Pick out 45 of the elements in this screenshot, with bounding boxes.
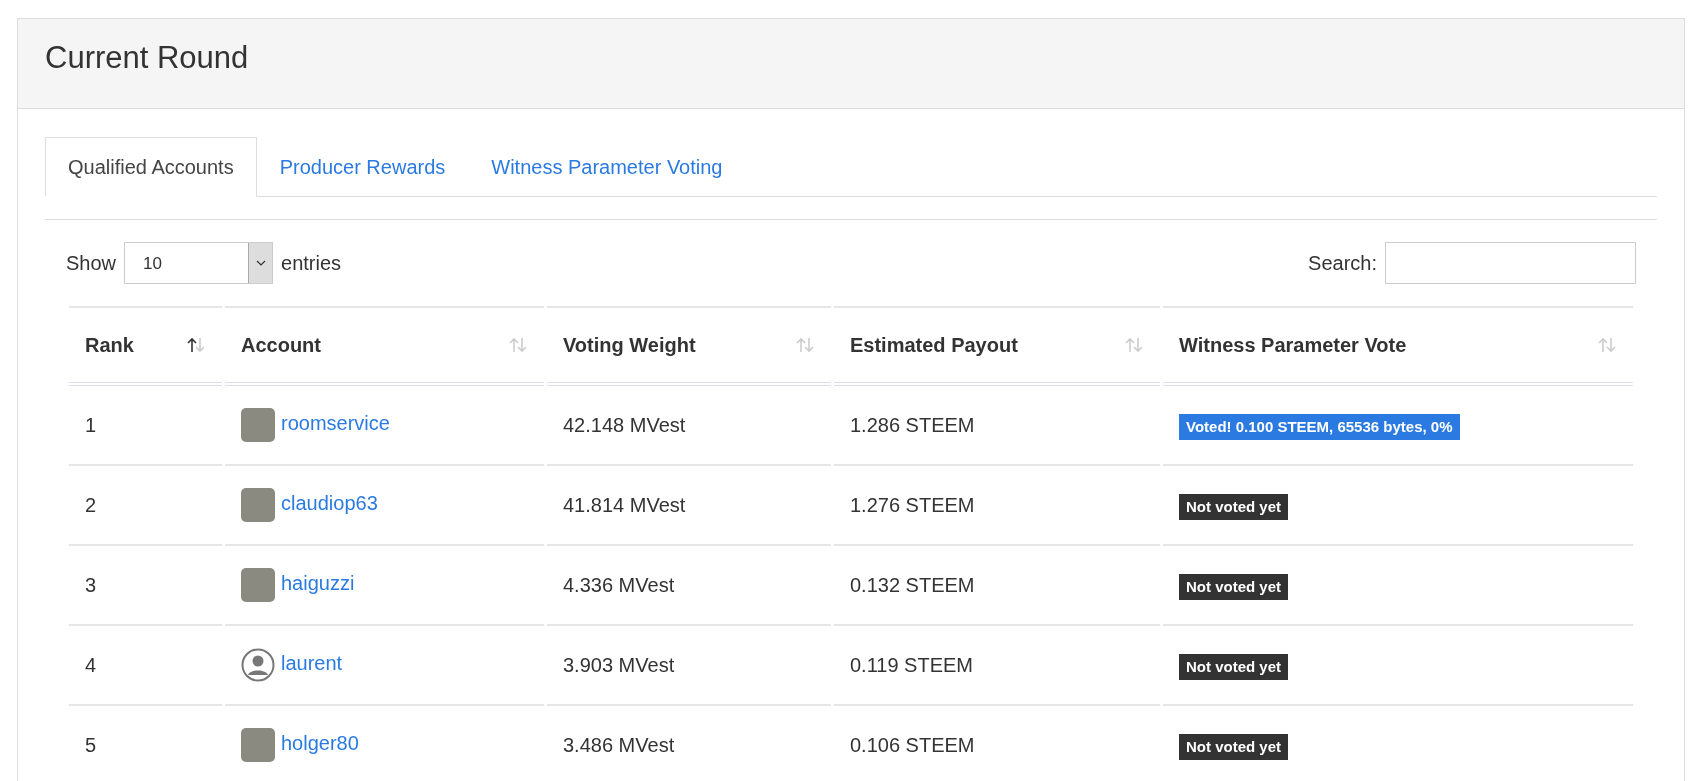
table-cell: 4.336 MVest (547, 546, 831, 626)
entries-select[interactable]: 10 (124, 242, 274, 284)
table-cell: 42.148 MVest (547, 386, 831, 466)
tab[interactable]: Qualified Accounts (45, 137, 257, 197)
avatar-photo-placeholder (241, 568, 275, 602)
table-cell: 41.814 MVest (547, 466, 831, 546)
column-header[interactable]: Rank (69, 306, 222, 386)
avatar-photo-placeholder (241, 728, 275, 762)
vote-status-label: Voted! 0.100 STEEM, 65536 bytes, 0% (1179, 413, 1460, 441)
column-header[interactable]: Account (225, 306, 544, 386)
column-header[interactable]: Voting Weight (547, 306, 831, 386)
user-silhouette-icon (241, 648, 275, 682)
table-cell: 1.286 STEEM (834, 386, 1160, 466)
tab[interactable]: Producer Rewards (256, 137, 469, 197)
search-label: Search: (1308, 251, 1377, 276)
account-link[interactable]: holger80 (281, 732, 359, 755)
table-cell: 4 (69, 626, 222, 706)
avatar-photo-placeholder (241, 488, 275, 522)
account-link[interactable]: roomservice (281, 412, 390, 435)
avatar-photo-placeholder (241, 408, 275, 442)
show-label: Show (66, 251, 117, 276)
table-cell: 3.486 MVest (547, 706, 831, 781)
vote-status-label: Not voted yet (1179, 573, 1288, 601)
table-cell: 0.119 STEEM (834, 626, 1160, 706)
vote-status-label: Not voted yet (1179, 653, 1288, 681)
account-link[interactable]: claudiop63 (281, 492, 378, 515)
vote-status-label: Not voted yet (1179, 493, 1288, 521)
account-link[interactable]: haiguzzi (281, 572, 355, 595)
table-cell: 3.903 MVest (547, 626, 831, 706)
table-cell: 2 (69, 466, 222, 546)
table-cell: 1.276 STEEM (834, 466, 1160, 546)
column-header[interactable]: Estimated Payout (834, 306, 1160, 386)
card-title: Current Round (45, 39, 250, 77)
entries-label: entries (281, 251, 342, 276)
table-cell: 3 (69, 546, 222, 626)
account-link[interactable]: laurent (281, 652, 343, 675)
table-cell: 0.132 STEEM (834, 546, 1160, 626)
tab[interactable]: Witness Parameter Voting (468, 137, 746, 197)
table-cell: 1 (69, 386, 222, 466)
caret-icon (255, 260, 266, 266)
search-field[interactable] (1385, 242, 1636, 284)
table-cell: 0.106 STEEM (834, 706, 1160, 781)
table-cell: 5 (69, 706, 222, 781)
column-header[interactable]: Witness Parameter Vote (1163, 306, 1633, 386)
vote-status-label: Not voted yet (1179, 733, 1288, 761)
